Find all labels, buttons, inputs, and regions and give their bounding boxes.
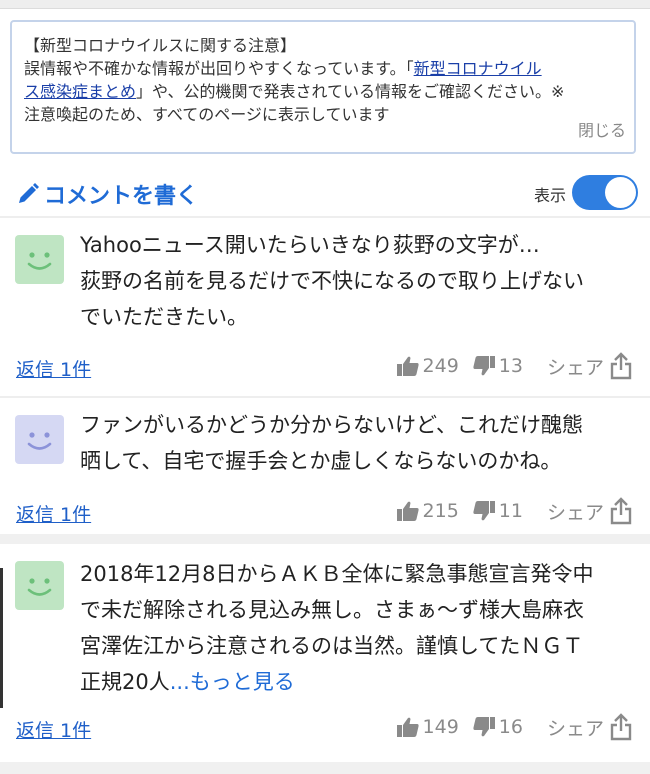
notice-title: 【新型コロナウイルスに関する注意】 [24,36,297,55]
comment-line: ファンがいるかどうか分からないけど、これだけ醜態 [80,413,583,437]
comment-line: 宮澤佐江から注意されるのは当然。謹慎してたＮＧＴ [80,634,584,658]
like-count: 149 [422,716,459,738]
thumbs-down-icon [473,356,495,376]
share-button[interactable]: シェア [547,497,632,525]
notice-line-2: ス感染症まとめ」や、公的機関で発表されている情報をご確認ください。※ [24,80,624,103]
notice-line-3: 注意喚起のため、すべてのページに表示しています [24,105,390,124]
smiley-icon [15,415,64,464]
covid-summary-link[interactable]: 新型コロナウイル [414,59,542,78]
comment-text: Yahooニュース開いたらいきなり荻野の文字が… 荻野の名前を見るだけで不快にな… [80,227,630,335]
avatar [15,235,64,284]
comment-actions: 249 13 シェア [383,352,632,380]
comment-line: でいただきたい。 [80,305,248,329]
top-strip [0,0,650,9]
thumbs-up-icon [396,501,419,521]
comment-line: 2018年12月8日からＡＫＢ全体に緊急事態宣言発令中 [80,562,594,586]
smiley-icon [15,561,64,610]
thumbs-up-icon [396,356,419,376]
read-more-link[interactable]: ...もっと見る [170,670,295,694]
share-label: シェア [546,501,604,524]
thumbs-down-icon [473,717,495,737]
share-icon [610,497,632,525]
share-label: シェア [546,717,604,740]
comment-actions: 149 16 シェア [383,713,632,741]
dislike-button[interactable]: 11 [473,500,523,522]
comment-line: 晒して、自宅で握手会とか虚しくならないのかね。 [80,449,562,473]
comment-text: 2018年12月8日からＡＫＢ全体に緊急事態宣言発令中 で未だ解除される見込み無… [80,556,630,700]
comment-actions: 215 11 シェア [383,497,632,525]
avatar [15,415,64,464]
dislike-count: 13 [498,355,523,377]
dislike-button[interactable]: 16 [473,716,523,738]
share-icon [610,352,632,380]
notice-text-1: 誤情報や不確かな情報が出回りやすくなっています。「 [24,59,414,78]
pencil-icon [19,183,39,203]
show-label: 表示 [533,186,566,205]
dislike-count: 11 [498,500,523,522]
bottom-divider [0,762,650,774]
toggle-knob [605,177,636,208]
smiley-icon [15,235,64,284]
scroll-indicator [0,568,3,708]
show-comments-toggle[interactable] [572,175,638,210]
reply-link[interactable]: 返信 1件 [16,500,91,527]
divider [0,534,650,544]
write-comment-button[interactable]: コメントを書く [16,178,198,210]
comment-bar: コメントを書く 表示 [0,172,650,216]
share-button[interactable]: シェア [547,713,632,741]
thumbs-up-icon [396,717,419,737]
like-button[interactable]: 249 [396,355,459,377]
comment-item: ファンがいるかどうか分からないけど、これだけ醜態 晒して、自宅で握手会とか虚しく… [0,398,650,534]
like-button[interactable]: 149 [396,716,459,738]
reply-link[interactable]: 返信 1件 [16,716,91,743]
share-button[interactable]: シェア [547,352,632,380]
like-count: 249 [422,355,459,377]
close-notice-button[interactable]: 閉じる [578,119,626,142]
comment-line-text: 正規20人 [80,670,170,694]
notice-text-2: 」や、公的機関で発表されている情報をご確認ください。※ [136,82,565,101]
like-count: 215 [422,500,459,522]
reply-link[interactable]: 返信 1件 [16,355,91,382]
like-button[interactable]: 215 [396,500,459,522]
comment-line: Yahooニュース開いたらいきなり荻野の文字が… [80,233,540,257]
share-label: シェア [546,356,604,379]
comment-line: で未だ解除される見込み無し。さまぁ～ず様大島麻衣 [80,598,584,622]
comment-line: 正規20人...もっと見る [80,664,630,700]
avatar [15,561,64,610]
dislike-count: 16 [498,716,523,738]
comment-text: ファンがいるかどうか分からないけど、これだけ醜態 晒して、自宅で握手会とか虚しく… [80,407,630,479]
share-icon [610,713,632,741]
covid-summary-link-cont[interactable]: ス感染症まとめ [24,82,136,101]
write-comment-label: コメントを書く [44,184,199,209]
comment-line: 荻野の名前を見るだけで不快になるので取り上げない [80,269,584,293]
comment-item: Yahooニュース開いたらいきなり荻野の文字が… 荻野の名前を見るだけで不快にな… [0,218,650,396]
notice-line-1: 誤情報や不確かな情報が出回りやすくなっています。「新型コロナウイル [24,57,624,80]
dislike-button[interactable]: 13 [473,355,523,377]
covid-notice: 【新型コロナウイルスに関する注意】 誤情報や不確かな情報が出回りやすくなっていま… [10,20,636,154]
thumbs-down-icon [473,501,495,521]
comment-item: 2018年12月8日からＡＫＢ全体に緊急事態宣言発令中 で未だ解除される見込み無… [0,544,650,762]
